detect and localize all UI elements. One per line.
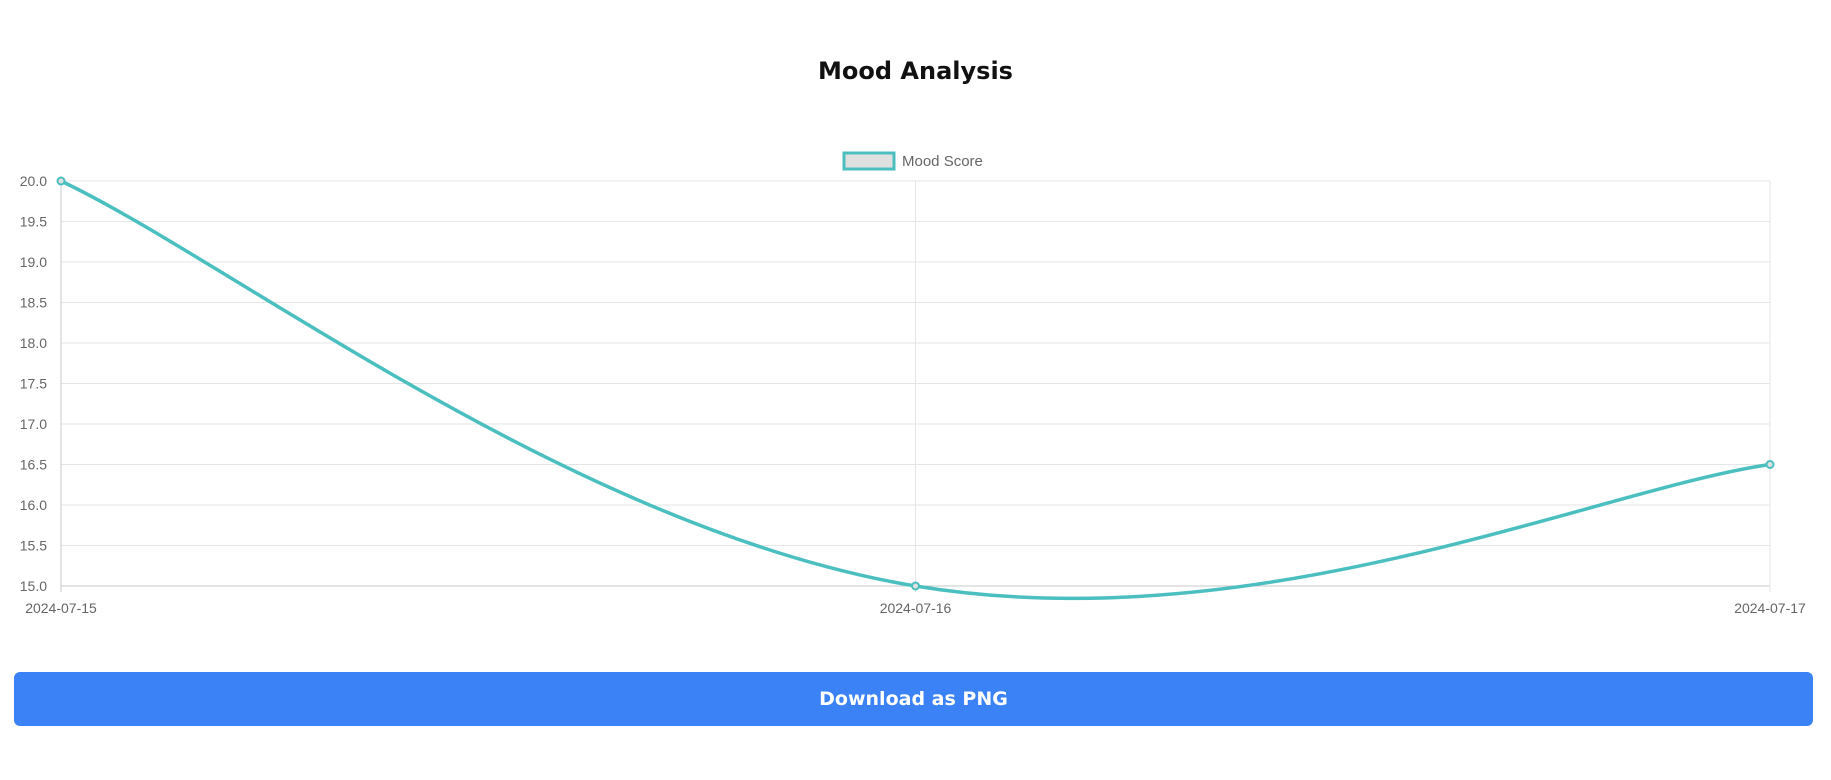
y-tick-label: 19.5 — [20, 214, 47, 230]
page: Mood Analysis 20.0 19.5 19.0 18.5 18.0 17.5 17… — [0, 0, 1831, 780]
y-tick-label: 18.5 — [20, 295, 47, 311]
x-tick-label: 2024-07-16 — [880, 600, 952, 616]
data-point — [56, 176, 66, 186]
data-point — [1765, 460, 1775, 469]
legend-label: Mood Score — [902, 153, 983, 170]
download-png-button[interactable]: Download as PNG — [14, 672, 1813, 726]
y-tick-label: 17.0 — [20, 416, 47, 432]
y-tick-label: 19.0 — [20, 254, 47, 270]
y-tick-label: 15.0 — [20, 578, 47, 594]
mood-line-chart: 20.0 19.5 19.0 18.5 18.0 17.5 17.0 16.5 16.0 15.5… — [20, 151, 1806, 616]
y-tick-label: 15.5 — [20, 538, 47, 554]
y-tick-label: 17.5 — [20, 376, 47, 392]
x-tick-label: 2024-07-17 — [1734, 600, 1806, 616]
y-tick-label: 16.5 — [20, 457, 47, 473]
data-point — [911, 581, 920, 591]
legend-swatch — [842, 151, 896, 171]
y-tick-label: 18.0 — [20, 335, 47, 351]
y-tick-label: 16.0 — [20, 497, 47, 513]
x-tick-label: 2024-07-15 — [25, 600, 97, 616]
y-tick-label: 20.0 — [20, 173, 47, 189]
